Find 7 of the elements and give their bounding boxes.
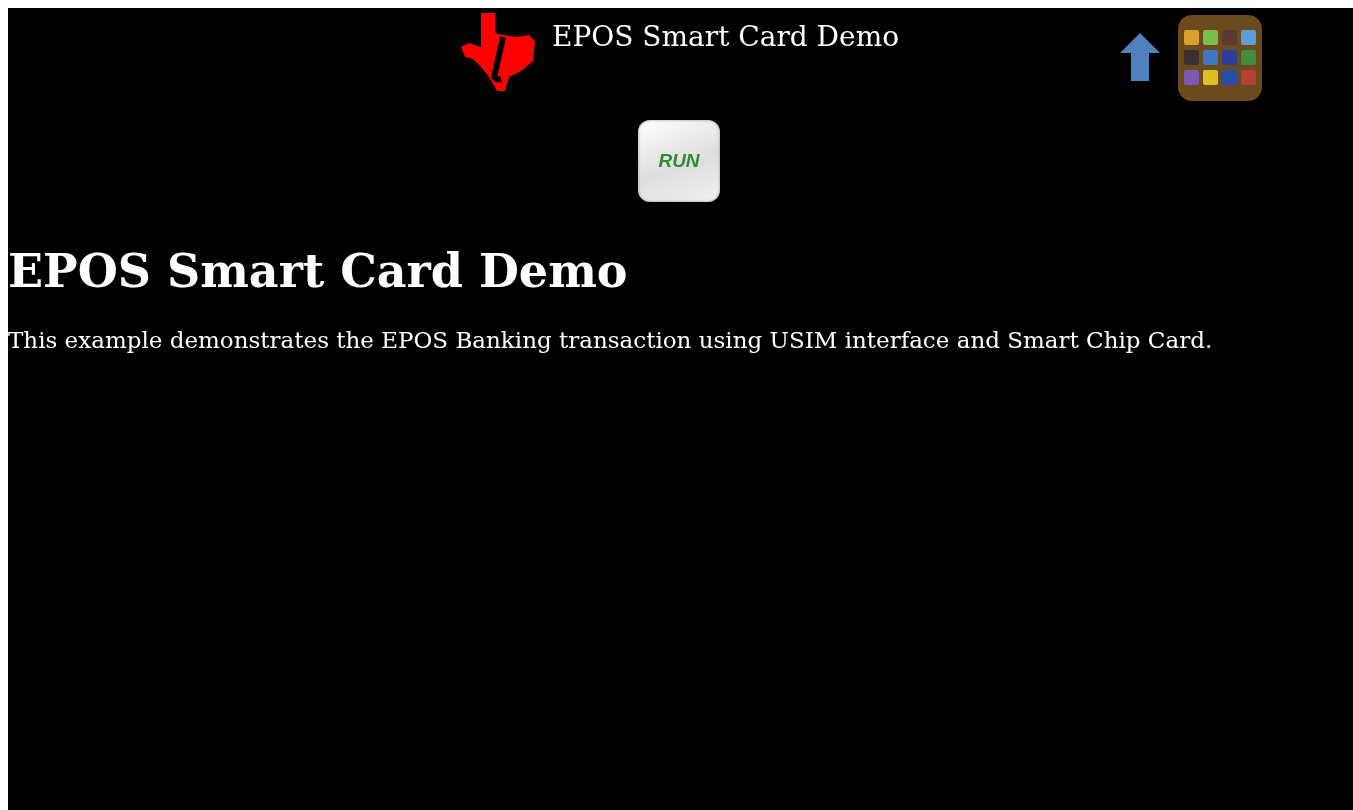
app-title: EPOS Smart Card Demo (552, 20, 900, 53)
logo-icon (459, 11, 537, 93)
run-button[interactable]: RUN (638, 120, 720, 202)
up-arrow-icon[interactable] (1120, 33, 1160, 81)
description-text: This example demonstrates the EPOS Banking transaction using USIM interface and Smart Chip Card. (8, 327, 1214, 354)
app-grid-icon[interactable] (1178, 15, 1262, 101)
page-heading: EPOS Smart Card Demo (8, 244, 629, 300)
